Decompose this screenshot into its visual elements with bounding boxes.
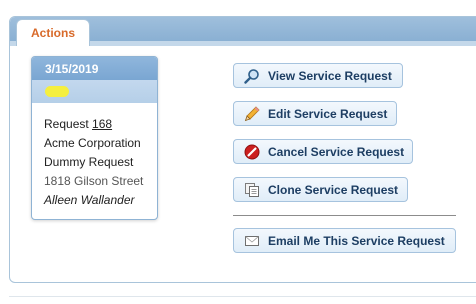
request-number-link[interactable]: 168 (92, 117, 112, 131)
magnifier-icon (244, 68, 260, 84)
address: 1818 Gilson Street (44, 174, 144, 188)
company-name: Acme Corporation (44, 136, 141, 150)
request-title: Dummy Request (44, 155, 134, 169)
email-label: Email Me This Service Request (268, 233, 445, 248)
cancel-icon (244, 144, 260, 160)
pencil-icon (244, 105, 260, 122)
request-date: 3/15/2019 (32, 57, 157, 80)
footer-rule (9, 296, 476, 297)
edit-label: Edit Service Request (268, 106, 388, 121)
cancel-label: Cancel Service Request (268, 144, 405, 159)
view-service-request-button[interactable]: View Service Request (233, 63, 403, 88)
request-line: Request 168 (44, 115, 157, 134)
request-summary-card: 3/15/2019 Request 168 Acme Corporation D… (31, 56, 158, 220)
clone-label: Clone Service Request (268, 182, 399, 197)
tab-actions[interactable]: Actions (16, 19, 90, 46)
view-label: View Service Request (268, 68, 392, 83)
clone-service-request-button[interactable]: Clone Service Request (233, 177, 408, 202)
edit-service-request-button[interactable]: Edit Service Request (233, 101, 397, 126)
status-highlight (45, 86, 69, 97)
cancel-service-request-button[interactable]: Cancel Service Request (233, 139, 413, 164)
contact-person: Alleen Wallander (44, 193, 135, 207)
actions-divider (233, 215, 456, 216)
copy-icon (244, 182, 260, 198)
email-me-service-request-button[interactable]: Email Me This Service Request (233, 228, 456, 253)
card-body: Request 168 Acme Corporation Dummy Reque… (32, 103, 157, 210)
request-prefix: Request (44, 117, 89, 131)
card-status-bar (32, 80, 157, 103)
envelope-icon (244, 233, 260, 249)
